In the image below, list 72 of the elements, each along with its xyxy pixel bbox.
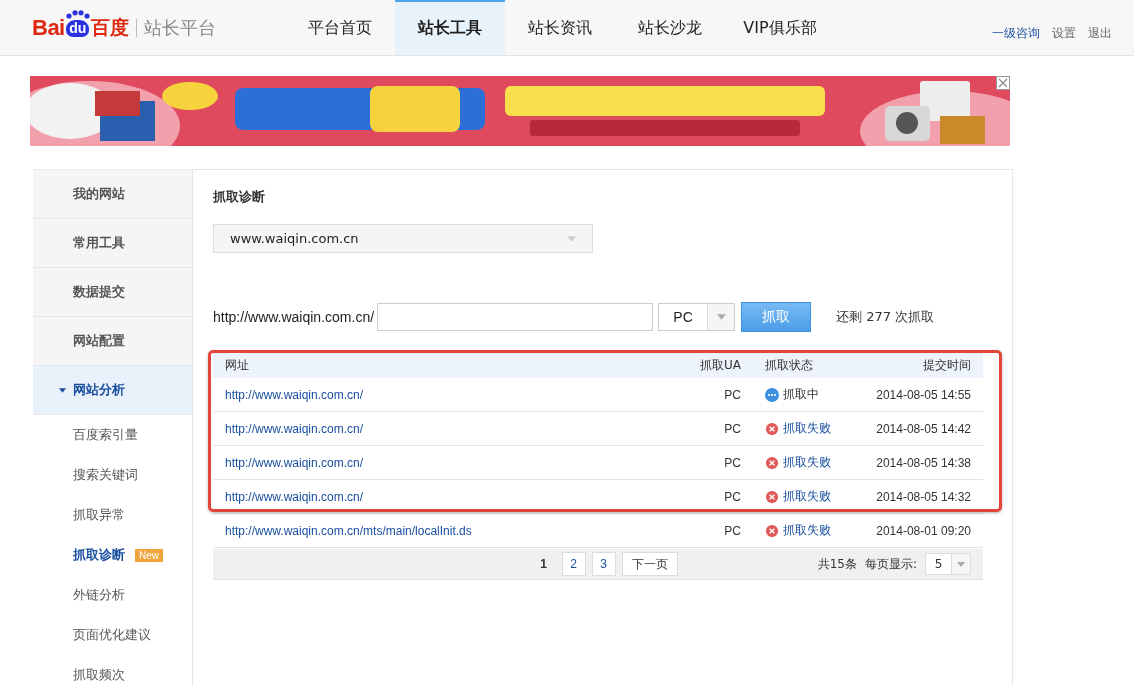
nav-tab[interactable]: 平台首页 — [285, 0, 395, 55]
table-cell-text: PC — [723, 387, 741, 402]
url-link[interactable]: http://www.waiqin.com.cn/ — [225, 421, 364, 436]
sidebar-section[interactable]: 我的网站 — [33, 170, 192, 219]
header-link[interactable]: 一级咨询 — [992, 25, 1040, 42]
page-link[interactable]: 2 — [561, 552, 586, 576]
sidebar-item[interactable]: 搜索关键词 — [33, 455, 192, 495]
error-icon — [765, 523, 779, 538]
column-header: 抓取状态 — [764, 357, 814, 374]
url-prefix: http://www.waiqin.com.cn/ — [213, 309, 375, 325]
per-page-dropdown[interactable]: 5 — [925, 553, 971, 575]
ua-dropdown[interactable]: PC — [658, 303, 736, 331]
sidebar-item[interactable]: 外链分析 — [33, 575, 192, 615]
sidebar-item[interactable]: 百度索引量 — [33, 415, 192, 455]
dropdown-arrow-icon — [716, 314, 726, 320]
sidebar-item[interactable]: 抓取异常 — [33, 495, 192, 535]
table-cell-text: 2014-08-05 14:42 — [875, 421, 971, 436]
header-link[interactable]: 退出 — [1088, 25, 1112, 42]
dropdown-arrow-icon — [567, 235, 576, 242]
error-icon — [765, 421, 779, 436]
nav-tab[interactable]: 站长沙龙 — [615, 0, 725, 55]
close-icon[interactable] — [996, 76, 1010, 90]
table-cell-text: PC — [723, 455, 741, 470]
site-dropdown[interactable]: www.waiqin.com.cn — [213, 224, 593, 253]
status-text: 抓取中 — [783, 386, 819, 403]
paw-logo: du — [65, 10, 90, 37]
column-header: 抓取UA — [699, 357, 741, 374]
status-link[interactable]: 抓取失败 — [783, 420, 831, 437]
new-badge: New — [135, 548, 163, 562]
product-name: 站长平台 — [143, 15, 216, 40]
sidebar-section[interactable]: 网站分析 — [33, 366, 192, 415]
page-link[interactable]: 1 — [531, 552, 556, 576]
table-cell-text: 2014-08-05 14:55 — [875, 387, 971, 402]
table-cell-text: PC — [723, 523, 741, 538]
next-page-button[interactable]: 下一页 — [621, 552, 678, 576]
url-link[interactable]: http://www.waiqin.com.cn/ — [225, 387, 364, 402]
url-link[interactable]: http://www.waiqin.com.cn/mts/main/localInit.ds — [225, 523, 472, 538]
table-cell-text: 2014-08-05 14:38 — [875, 455, 971, 470]
url-link[interactable]: http://www.waiqin.com.cn/ — [225, 489, 364, 504]
section-title: 抓取诊断 — [213, 188, 266, 206]
error-icon — [765, 489, 779, 504]
sidebar-item[interactable]: 抓取诊断 New — [33, 535, 192, 575]
sidebar-item[interactable]: 页面优化建议 — [33, 615, 192, 655]
logo-text: 百度 — [90, 14, 129, 40]
table-cell-text: PC — [723, 421, 741, 436]
status-link[interactable]: 抓取失败 — [783, 522, 831, 539]
nav-tab[interactable]: 站长资讯 — [505, 0, 615, 55]
nav-tab[interactable]: VIP俱乐部 — [725, 0, 835, 55]
total-count: 共15条 — [817, 555, 857, 573]
url-input[interactable] — [377, 303, 654, 331]
logo-text: Bai — [32, 14, 65, 41]
nav-tab[interactable]: 站长工具 — [395, 0, 505, 55]
sidebar-section[interactable]: 网站配置 — [33, 317, 192, 366]
dots-icon — [765, 387, 779, 402]
column-header: 提交时间 — [922, 357, 971, 374]
per-page-label: 每页显示: — [864, 555, 917, 573]
page-link[interactable]: 3 — [591, 552, 616, 576]
table-cell-text: PC — [723, 489, 741, 504]
column-header: 网址 — [225, 357, 250, 374]
table-cell-text: 2014-08-05 14:32 — [875, 489, 971, 504]
sidebar-item[interactable]: 抓取频次 — [33, 655, 192, 686]
status-link[interactable]: 抓取失败 — [783, 454, 831, 471]
caret-icon — [59, 387, 66, 393]
error-icon — [765, 455, 779, 470]
header-link[interactable]: 设置 — [1052, 25, 1076, 42]
url-link[interactable]: http://www.waiqin.com.cn/ — [225, 455, 364, 470]
status-link[interactable]: 抓取失败 — [783, 488, 831, 505]
table-cell-text: 2014-08-01 09:20 — [875, 523, 971, 538]
sidebar-section[interactable]: 常用工具 — [33, 219, 192, 268]
remaining-count: 还剩 277 次抓取 — [836, 308, 935, 326]
dropdown-arrow-icon — [957, 561, 965, 567]
sidebar-section[interactable]: 数据提交 — [33, 268, 192, 317]
